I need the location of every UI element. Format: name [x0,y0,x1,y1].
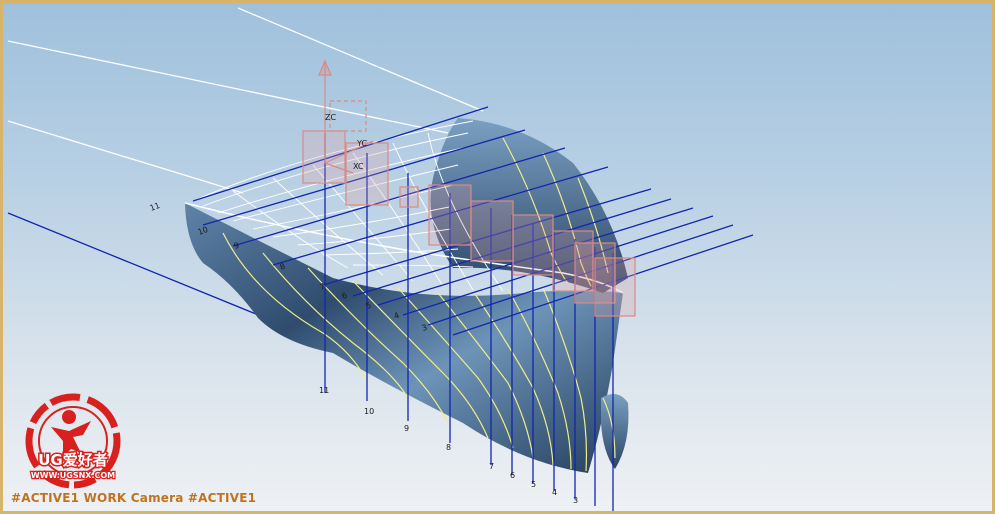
station-label: 3 [573,496,578,505]
station-label: 8 [446,443,451,452]
logo-url-text: WWW.UGSNX.COM [31,471,115,480]
person-icon [62,410,76,424]
station-label: 11 [319,386,329,395]
axis-label-xc: XC [353,162,364,171]
station-label: 5 [531,480,536,489]
ug-logo-watermark: UG爱好者 WWW.UGSNX.COM [25,393,121,489]
station-label: 4 [552,488,557,497]
reference-lines [7,7,484,194]
station-label-top: 11 [149,201,162,213]
axis-label-zc: ZC [325,113,336,122]
view-status-text: #ACTIVE1 WORK Camera #ACTIVE1 [11,491,257,505]
station-label: 7 [489,462,494,471]
station-label: 10 [364,407,374,416]
axis-label-yc: YC [356,139,367,148]
graphics-viewport[interactable]: ZC YC XC 11 10 9 8 7 6 5 4 3 11 10 9 8 7… [0,0,995,514]
hull-model-canvas[interactable]: ZC YC XC 11 10 9 8 7 6 5 4 3 11 10 9 8 7… [3,3,995,514]
logo-brand-text: UG爱好者 [38,451,108,469]
station-label: 6 [510,471,515,480]
station-label: 9 [404,424,409,433]
